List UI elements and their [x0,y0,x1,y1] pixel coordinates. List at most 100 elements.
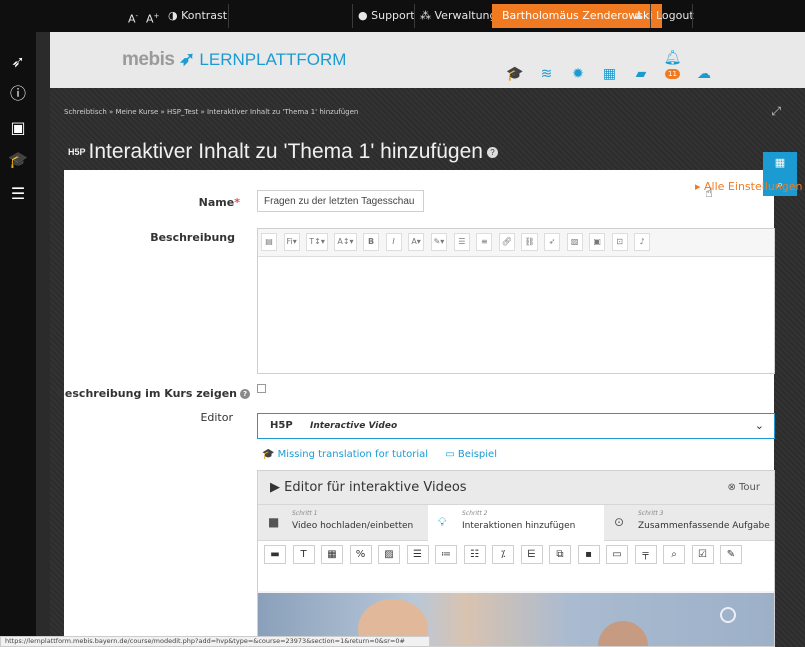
header-icons: 🎓 ≋ ✹ ▦ ▰ 🔔︎11 ☁ [498,50,715,82]
font-smaller-button[interactable]: A- [128,0,138,32]
contrast-label: Kontrast [181,9,228,22]
user-icon[interactable]: ♟ [634,0,644,32]
contrast-button[interactable]: ◑ Kontrast [168,0,227,32]
top-bar: A- A+ ◑ Kontrast ● Support ⁂ Verwaltung … [0,0,805,32]
bullet-list-button[interactable]: ☰ [453,233,470,251]
drag-text-tool-icon[interactable]: ▭ [606,545,628,564]
single-choice-tool-icon[interactable]: ≔ [435,545,457,564]
tour-button[interactable]: ⊗ Tour [727,482,760,493]
media-button[interactable]: ▣ [589,233,606,251]
show-description-checkbox[interactable] [257,384,266,393]
support-button[interactable]: ● Support [358,0,415,32]
font-color-button[interactable]: A▾ [408,233,425,251]
support-label: Support [371,9,415,22]
bold-button[interactable]: B [363,233,380,251]
folder-icon[interactable]: ▰ [630,66,652,82]
interactive-video-editor: ▶ Editor für interaktive Videos ⊗ Tour ■… [257,470,775,647]
admin-button[interactable]: ⁂ Verwaltung [420,0,497,32]
expand-icon[interactable]: ⤢ [771,104,781,119]
hotspot-icon[interactable] [720,607,736,623]
mebis-logo-icon[interactable]: ➶ [6,50,30,74]
example-link[interactable]: ▭ Beispiel [445,449,497,460]
logout-button[interactable]: Logout [656,0,694,32]
courses-icon[interactable]: 🎓 [504,66,526,82]
media-icon[interactable]: ▣ [6,116,30,140]
grid-icon: ▦ [774,156,786,169]
iv-editor-title: ▶ Editor für interaktive Videos [270,480,467,495]
all-settings-label: Alle Einstellungen [704,180,803,193]
style-button[interactable]: A↕▾ [334,233,357,251]
file-button[interactable]: ⊡ [611,233,628,251]
microphone-button[interactable]: ♪ [634,233,651,251]
font-larger-button[interactable]: A+ [146,0,159,32]
true-false-tool-icon[interactable]: ⁒ [492,545,514,564]
editor-toolbar: ▤ Fi▾ T↕▾ A↕▾ B I A▾ ✎▾ ☰ ≡ 🔗︎ ⛓ ➶ ▨ ▣ ⊡… [258,229,774,257]
step-upload-video[interactable]: ■ Schritt 1 Video hochladen/einbetten [258,505,428,541]
lightbulb-icon: 💡︎ [438,515,447,529]
show-description-label: Beschreibung im Kurs zeigen? [57,387,250,400]
statements-tool-icon[interactable]: ☰ [406,545,429,564]
play-icon: ▶ [270,480,280,495]
free-text-tool-icon[interactable]: ✎ [720,545,742,564]
divider [228,4,229,28]
text-tool-icon[interactable]: T [292,545,315,564]
mark-words-tool-icon[interactable]: ▪ [577,545,600,564]
divider [414,4,415,28]
bell-icon[interactable]: 🔔︎11 [662,50,684,82]
description-editor[interactable]: ▤ Fi▾ T↕▾ A↕▾ B I A▾ ✎▾ ☰ ≡ 🔗︎ ⛓ ➶ ▨ ▣ ⊡… [257,228,775,374]
tutorial-link[interactable]: 🎓 Missing translation for tutorial [262,449,428,460]
help-icon[interactable]: ? [486,146,498,158]
unlink-button[interactable]: ⛓ [521,233,538,251]
gear-icon[interactable]: ✹ [567,66,589,82]
info-icon: ● [358,9,368,22]
image-button[interactable]: ▨ [566,233,583,251]
chat-icon[interactable]: ☁ [693,66,715,82]
sitemap-icon: ⁂ [420,9,431,22]
blocks-toggle-button[interactable]: ▦ [763,152,797,174]
link-button[interactable]: 🔗︎ [498,233,515,251]
content-type-selector[interactable]: H5P Interactive Video ⌄ [257,413,775,439]
interaction-toolbar: ▬ T ▦ % ▨ ☰ ≔ ☷ ⁒ ⋿ ⧉ ▪ ▭ ╤ ⌕ ☑ ✎ [258,541,774,591]
divider [352,4,353,28]
name-input[interactable] [257,190,424,212]
font-size-button[interactable]: T↕▾ [306,233,328,251]
dashboard-icon[interactable]: ▦ [599,66,621,82]
contrast-icon: ◑ [168,9,178,22]
italic-button[interactable]: I [385,233,402,251]
leaf-icon: ➶ [179,49,195,70]
mebis-media-button[interactable]: ➶ [544,233,561,251]
font-family-button[interactable]: Fi▾ [283,233,300,251]
archive-icon[interactable]: ☰ [6,182,30,206]
graduation-cap-icon[interactable]: 🎓 [6,148,30,172]
browser-status-bar: https://lernplattform.mebis.bayern.de/co… [0,636,430,647]
editor-label: Editor [200,411,233,424]
help-icon[interactable]: ? [240,389,250,399]
breadcrumb[interactable]: Schreibtisch » Meine Kurse » HSP_Test » … [64,108,358,116]
step-add-interactions[interactable]: 💡︎ Schritt 2 Interaktionen hinzufügen [428,505,604,541]
divider [692,4,693,28]
questionnaire-tool-icon[interactable]: ☑ [691,545,714,564]
highlight-button[interactable]: ✎▾ [430,233,448,251]
numbered-list-button[interactable]: ≡ [476,233,493,251]
table-tool-icon[interactable]: ▦ [321,545,343,564]
selected-content-type: Interactive Video [310,421,398,431]
info-icon[interactable]: ⓘ [6,82,30,106]
graduation-cap-icon: 🎓 [262,449,275,460]
iv-steps: ■ Schritt 1 Video hochladen/einbetten 💡︎… [258,505,774,541]
toolbar-toggle-button[interactable]: ▤ [261,233,277,251]
fill-blanks-tool-icon[interactable]: ⋿ [520,545,543,564]
crossroads-tool-icon[interactable]: ╤ [634,545,657,564]
link-tool-icon[interactable]: % [349,545,372,564]
label-tool-icon[interactable]: ▬ [264,545,286,564]
navigation-hotspot-tool-icon[interactable]: ⌕ [663,545,685,564]
multiple-choice-tool-icon[interactable]: ☷ [463,545,486,564]
image-tool-icon[interactable]: ▨ [378,545,400,564]
step-summary-task[interactable]: ⊙ Schritt 3 Zusammenfassende Aufgabe [604,505,774,541]
chevron-down-icon: ⌄ [754,419,764,432]
h5p-logo-icon: H5P [270,420,293,431]
drag-drop-tool-icon[interactable]: ⧉ [549,545,571,564]
user-name: Bartholomäus Zenderowski [502,9,653,22]
mebis-logo[interactable]: mebis ➶ LERNPLATTFORM [122,48,346,71]
course-list-icon[interactable]: ≋ [536,66,558,82]
description-label: Beschreibung [150,231,235,244]
